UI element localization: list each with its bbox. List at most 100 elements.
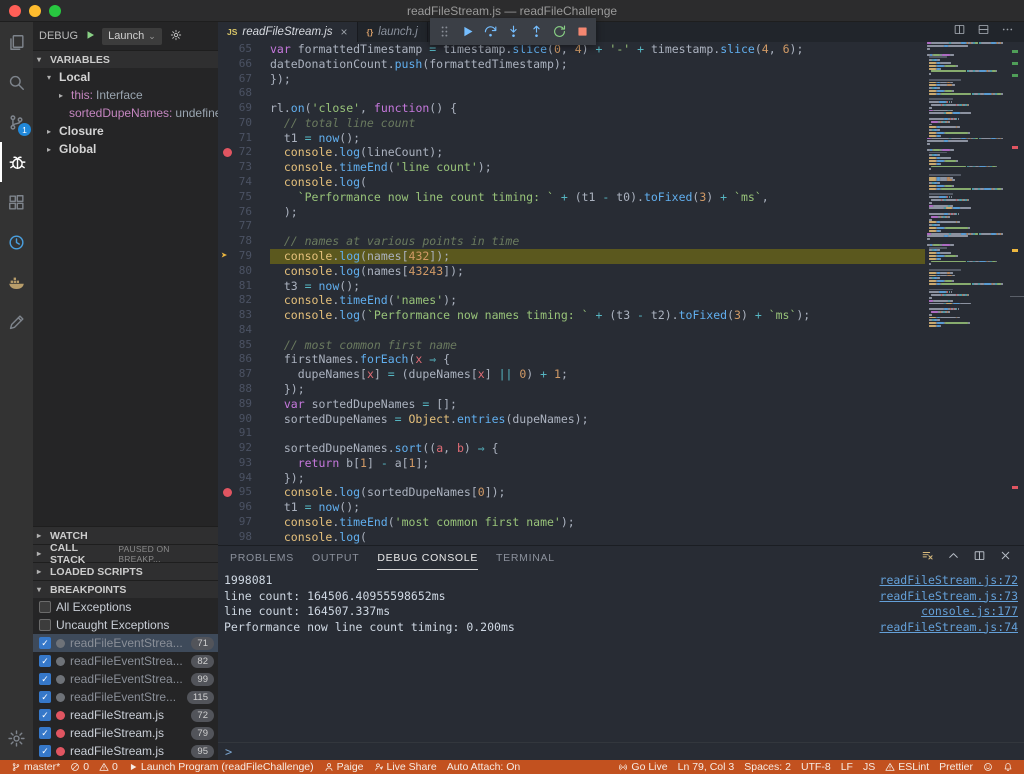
- code-line[interactable]: 96 t1 = now();: [218, 500, 925, 515]
- configure-launch-icon[interactable]: [170, 29, 182, 44]
- start-debugging-button[interactable]: [84, 29, 96, 44]
- gutter[interactable]: 93: [218, 456, 270, 471]
- code-line[interactable]: 94 });: [218, 471, 925, 486]
- status-warnings[interactable]: 0: [94, 760, 123, 774]
- gutter[interactable]: 66: [218, 57, 270, 72]
- gutter[interactable]: 94: [218, 471, 270, 486]
- gutter[interactable]: 98: [218, 530, 270, 545]
- code-line[interactable]: 85 // most common first name: [218, 338, 925, 353]
- gutter[interactable]: 82: [218, 293, 270, 308]
- scope-local[interactable]: ▾ Local: [33, 68, 218, 86]
- gutter[interactable]: 71: [218, 131, 270, 146]
- breakpoint-row[interactable]: ✓readFileStream.js79: [33, 724, 218, 742]
- code-line[interactable]: 84: [218, 323, 925, 338]
- gutter[interactable]: 78: [218, 234, 270, 249]
- more-actions-button[interactable]: [1001, 23, 1014, 41]
- code-line[interactable]: 90 sortedDupeNames = Object.entries(dupe…: [218, 412, 925, 427]
- source-link[interactable]: console.js:177: [921, 604, 1018, 620]
- launch-config-dropdown[interactable]: Launch ⌄: [102, 28, 162, 45]
- activity-item-debug[interactable]: [0, 142, 33, 182]
- status-prettier[interactable]: Prettier: [934, 760, 978, 774]
- variable-sorteddupenames[interactable]: sortedDupeNames: undefined: [33, 104, 218, 122]
- code-line[interactable]: 97 console.timeEnd('most common first na…: [218, 515, 925, 530]
- code-line[interactable]: 71 t1 = now();: [218, 131, 925, 146]
- activity-item-extensions[interactable]: [0, 182, 33, 222]
- tab-debug-console[interactable]: DEBUG CONSOLE: [377, 546, 478, 570]
- close-window-button[interactable]: [9, 5, 21, 17]
- tab-output[interactable]: OUTPUT: [312, 546, 359, 570]
- code-line[interactable]: 91: [218, 426, 925, 441]
- status-feedback[interactable]: [978, 760, 998, 774]
- status-encoding[interactable]: UTF-8: [796, 760, 836, 774]
- breakpoint-row[interactable]: ✓readFileEventStrea...99: [33, 670, 218, 688]
- checkbox-icon[interactable]: ✓: [39, 637, 51, 649]
- code-line[interactable]: 72 console.log(lineCount);: [218, 145, 925, 160]
- scope-closure[interactable]: ▸ Closure: [33, 122, 218, 140]
- code-line[interactable]: 77: [218, 219, 925, 234]
- status-eol[interactable]: LF: [836, 760, 858, 774]
- all-exceptions-row[interactable]: All Exceptions: [33, 598, 218, 616]
- stop-button[interactable]: [571, 20, 593, 43]
- code-line[interactable]: ➤79 console.log(names[432]);: [218, 249, 925, 264]
- status-errors[interactable]: 0: [65, 760, 94, 774]
- activity-item-history[interactable]: [0, 222, 33, 262]
- activity-item-docker[interactable]: [0, 262, 33, 302]
- checkbox-icon[interactable]: ✓: [39, 691, 51, 703]
- variable-this[interactable]: ▸ this: Interface: [33, 86, 218, 104]
- code-line[interactable]: 78 // names at various points in time: [218, 234, 925, 249]
- code-line[interactable]: 76 );: [218, 205, 925, 220]
- code-line[interactable]: 67});: [218, 72, 925, 87]
- code-line[interactable]: 68: [218, 86, 925, 101]
- code-line[interactable]: 81 t3 = now();: [218, 279, 925, 294]
- gutter[interactable]: 75: [218, 190, 270, 205]
- gutter[interactable]: 65: [218, 42, 270, 57]
- breakpoint-dot[interactable]: [223, 148, 232, 157]
- breakpoint-dot[interactable]: [223, 488, 232, 497]
- overview-ruler[interactable]: [1010, 42, 1024, 545]
- close-tab-icon[interactable]: ×: [341, 25, 348, 39]
- breakpoint-row[interactable]: ✓readFileEventStrea...71: [33, 634, 218, 652]
- gutter[interactable]: 88: [218, 382, 270, 397]
- zoom-window-button[interactable]: [49, 5, 61, 17]
- gutter[interactable]: 81: [218, 279, 270, 294]
- code-line[interactable]: 69rl.on('close', function() {: [218, 101, 925, 116]
- restart-button[interactable]: [548, 20, 570, 43]
- gutter[interactable]: 70: [218, 116, 270, 131]
- call-stack-section-header[interactable]: ▸CALL STACK PAUSED ON BREAKP...: [33, 544, 218, 562]
- drag-handle[interactable]: [433, 20, 455, 43]
- source-link[interactable]: readFileStream.js:73: [880, 589, 1018, 605]
- code-line[interactable]: 88 });: [218, 382, 925, 397]
- checkbox-icon[interactable]: ✓: [39, 709, 51, 721]
- clear-console-button[interactable]: [921, 549, 934, 567]
- status-notifications[interactable]: [998, 760, 1018, 774]
- code-area[interactable]: 65var formattedTimestamp = timestamp.sli…: [218, 42, 925, 545]
- code-line[interactable]: 80 console.log(names[43243]);: [218, 264, 925, 279]
- gutter[interactable]: 67: [218, 72, 270, 87]
- activity-item-settings[interactable]: [0, 718, 33, 758]
- status-auto-attach[interactable]: Auto Attach: On: [442, 760, 526, 774]
- breakpoint-row[interactable]: ✓readFileStream.js95: [33, 742, 218, 760]
- tab-terminal[interactable]: TERMINAL: [496, 546, 555, 570]
- code-line[interactable]: 93 return b[1] - a[1];: [218, 456, 925, 471]
- gutter[interactable]: 87: [218, 367, 270, 382]
- code-line[interactable]: 92 sortedDupeNames.sort((a, b) ⇒ {: [218, 441, 925, 456]
- step-over-button[interactable]: [479, 20, 501, 43]
- checkbox-icon[interactable]: ✓: [39, 673, 51, 685]
- gutter[interactable]: 83: [218, 308, 270, 323]
- checkbox-icon[interactable]: ✓: [39, 655, 51, 667]
- gutter[interactable]: ➤79: [218, 249, 270, 264]
- activity-item-search[interactable]: [0, 62, 33, 102]
- code-line[interactable]: 98 console.log(: [218, 530, 925, 545]
- tab-launch-json[interactable]: {} launch.j: [358, 22, 428, 42]
- breakpoint-row[interactable]: ✓readFileEventStre...115: [33, 688, 218, 706]
- gutter[interactable]: 96: [218, 500, 270, 515]
- code-line[interactable]: 83 console.log(`Performance now names ti…: [218, 308, 925, 323]
- editor-layout-button[interactable]: [977, 23, 990, 41]
- debug-console-input[interactable]: >: [218, 742, 1024, 760]
- gutter[interactable]: 72: [218, 145, 270, 160]
- step-out-button[interactable]: [525, 20, 547, 43]
- code-line[interactable]: 73 console.timeEnd('line count');: [218, 160, 925, 175]
- gutter[interactable]: 84: [218, 323, 270, 338]
- uncaught-exceptions-row[interactable]: Uncaught Exceptions: [33, 616, 218, 634]
- code-line[interactable]: 89 var sortedDupeNames = [];: [218, 397, 925, 412]
